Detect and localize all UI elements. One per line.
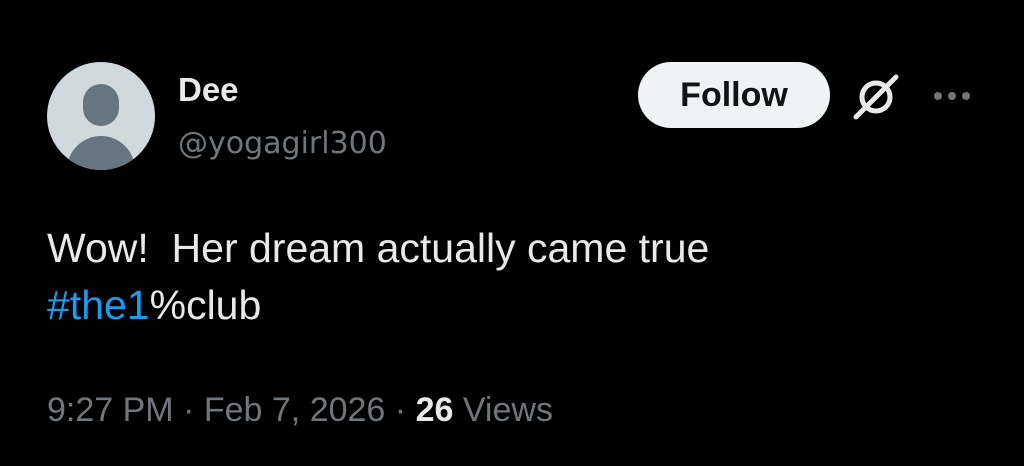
meta-separator-2: · [394, 391, 407, 429]
avatar[interactable] [47, 62, 155, 170]
tweet-date[interactable]: Feb 7, 2026 [204, 391, 385, 429]
more-options-icon[interactable] [930, 80, 974, 112]
views-label: Views [462, 391, 553, 429]
tweet-time[interactable]: 9:27 PM [47, 391, 174, 429]
tweet-text-line-2: #the1%club [47, 277, 987, 334]
hashtag-link[interactable]: #the1 [47, 282, 150, 328]
meta-separator: · [183, 391, 195, 429]
tweet-card: Dee @yogagirl300 Follow Wow! Her dream a… [0, 0, 1024, 466]
avatar-shoulders-shape [67, 136, 135, 170]
tweet-meta: 9:27 PM · Feb 7, 2026 · 26 Views [47, 388, 553, 432]
views-count[interactable]: 26 [416, 391, 454, 429]
tweet-text: Wow! Her dream actually came true #the1%… [47, 220, 987, 334]
follow-button[interactable]: Follow [638, 62, 830, 128]
tweet-text-line: Wow! Her dream actually came true [47, 225, 710, 271]
author-handle[interactable]: @yogagirl300 [178, 124, 387, 164]
avatar-head-shape [83, 84, 119, 126]
hashtag-suffix: %club [149, 282, 262, 328]
grok-icon[interactable] [850, 72, 902, 122]
author-display-name[interactable]: Dee [178, 70, 239, 110]
